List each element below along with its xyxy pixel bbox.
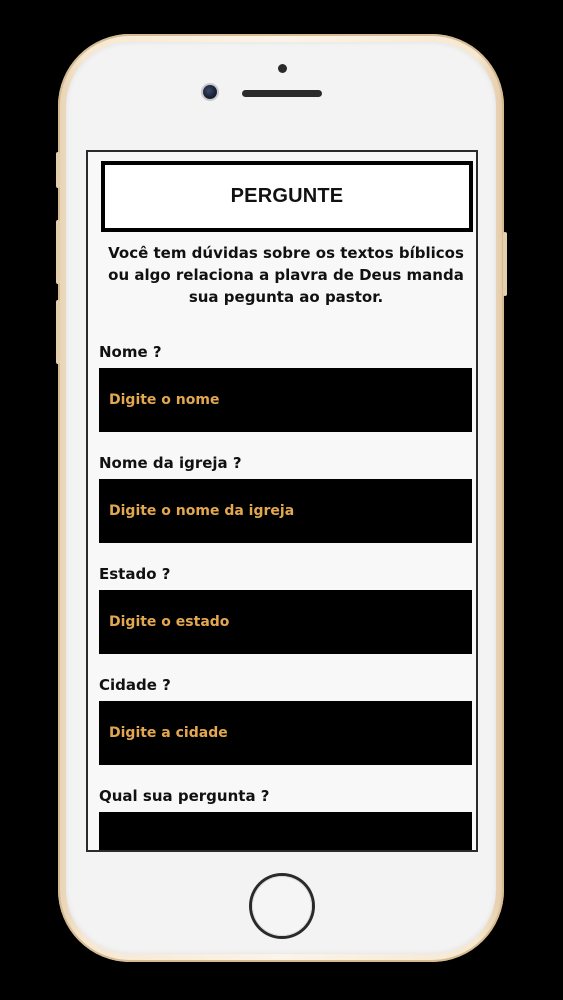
front-camera-icon <box>203 85 217 99</box>
church-name-input[interactable]: Digite o nome da igreja <box>99 479 472 543</box>
earpiece-speaker <box>242 90 322 97</box>
question-input[interactable] <box>99 812 472 850</box>
power-button <box>503 232 507 296</box>
page-title: PERGUNTE <box>230 185 344 207</box>
volume-up-button <box>56 220 60 284</box>
city-input[interactable]: Digite a cidade <box>99 701 472 765</box>
state-input[interactable]: Digite o estado <box>99 590 472 654</box>
page-header: PERGUNTE <box>101 161 473 232</box>
home-button[interactable] <box>252 876 312 936</box>
church-name-label: Nome da igreja ? <box>99 454 242 472</box>
question-label: Qual sua pergunta ? <box>99 787 270 805</box>
city-label: Cidade ? <box>99 676 171 694</box>
intro-text: Você tem dúvidas sobre os textos bíblico… <box>108 244 464 306</box>
volume-down-button <box>56 300 60 364</box>
state-label: Estado ? <box>99 565 171 583</box>
name-label: Nome ? <box>99 343 162 361</box>
app-screen: PERGUNTE Você tem dúvidas sobre os texto… <box>86 150 478 852</box>
name-input[interactable]: Digite o nome <box>99 368 472 432</box>
mute-switch <box>56 152 60 188</box>
mockup-stage: PERGUNTE Você tem dúvidas sobre os texto… <box>0 0 563 1000</box>
proximity-sensor <box>278 64 287 73</box>
